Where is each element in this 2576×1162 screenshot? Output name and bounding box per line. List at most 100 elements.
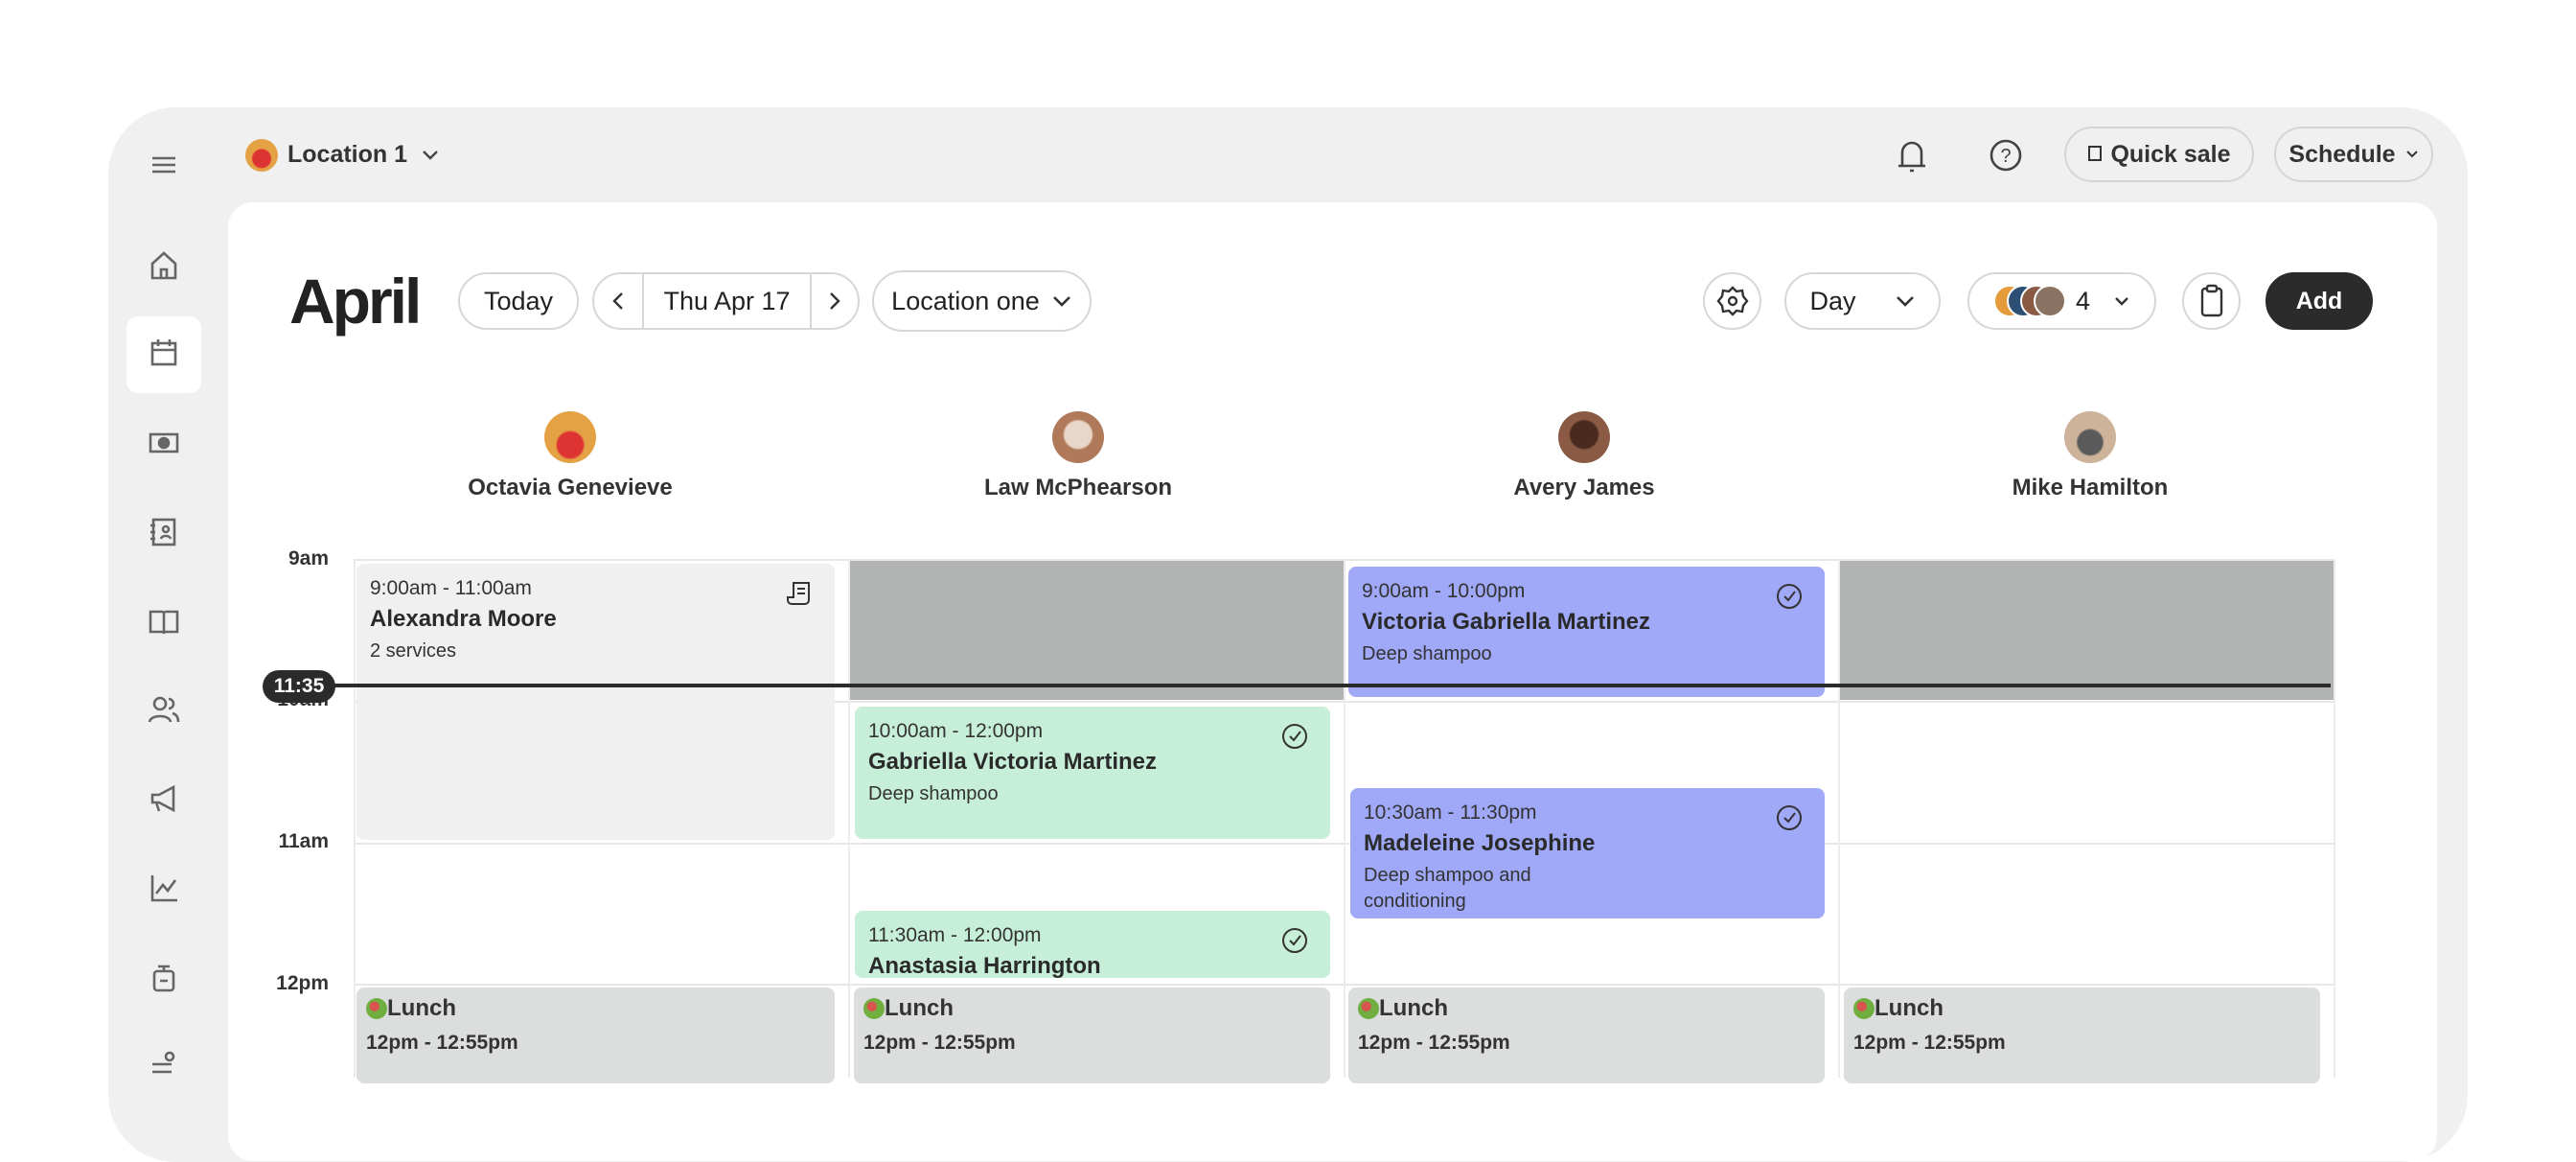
client-name: Alexandra Moore	[370, 606, 821, 633]
gear-icon	[1716, 285, 1749, 317]
staff-avatar-stack	[1993, 285, 2066, 317]
waitlist-button[interactable]	[2182, 272, 2241, 330]
view-select-label: Day	[1809, 287, 1855, 316]
salad-icon	[1358, 998, 1379, 1019]
clipboard-icon	[2199, 284, 2224, 318]
staff-avatar	[544, 411, 596, 463]
lunch-label: Lunch	[387, 995, 456, 1022]
location-select[interactable]: Location one	[872, 270, 1092, 332]
receipt-icon	[785, 579, 814, 608]
chevron-left-icon	[611, 290, 625, 312]
lunch-time: 12pm - 12:55pm	[1853, 1032, 2311, 1055]
staff-name: Law McPhearson	[886, 475, 1270, 501]
lunch-break[interactable]: Lunch12pm - 12:55pm	[1348, 988, 1825, 1083]
appointment-time: 9:00am - 11:00am	[370, 577, 821, 600]
chevron-down-icon	[1895, 294, 1916, 308]
salad-icon	[1853, 998, 1874, 1019]
lunch-break[interactable]: Lunch 12pm - 12:55pm	[854, 988, 1330, 1083]
chevron-right-icon	[828, 290, 841, 312]
svg-text:?: ?	[2000, 146, 2011, 167]
money-icon[interactable]	[145, 424, 183, 462]
staff-avatar	[2064, 411, 2116, 463]
megaphone-icon[interactable]	[145, 779, 183, 818]
staff-filter[interactable]: 4	[1967, 272, 2156, 330]
product-icon[interactable]	[145, 958, 183, 996]
chevron-down-icon	[1051, 294, 1072, 308]
staff-avatar	[1558, 411, 1610, 463]
quick-sale-button[interactable]: Quick sale	[2064, 127, 2254, 182]
lunch-label: Lunch	[885, 995, 954, 1022]
chevron-down-icon	[2405, 150, 2419, 159]
current-date[interactable]: Thu Apr 17	[644, 287, 810, 316]
schedule-button[interactable]: Schedule	[2274, 127, 2433, 182]
appointment-time: 9:00am - 10:00pm	[1362, 580, 1811, 603]
appointment-detail: Deep shampoo	[1362, 641, 1811, 667]
lunch-time: 12pm - 12:55pm	[863, 1032, 1321, 1055]
appointment[interactable]: 9:00am - 10:00pm Victoria Gabriella Mart…	[1348, 567, 1825, 697]
prev-day-button[interactable]	[594, 274, 644, 328]
appointment-time: 10:30am - 11:30pm	[1364, 802, 1811, 825]
appointment-detail: Deep shampoo and conditioning	[1364, 863, 1575, 915]
today-button[interactable]: Today	[458, 272, 579, 330]
lunch-time: 12pm - 12:55pm	[366, 1032, 825, 1055]
blocked-time	[850, 561, 1344, 700]
appointment[interactable]: 10:00am - 12:00pm Gabriella Victoria Mar…	[855, 707, 1330, 839]
location-switcher[interactable]: Location 1	[288, 141, 440, 169]
staff-avatar	[1052, 411, 1104, 463]
location-label: Location 1	[288, 141, 407, 169]
chevron-down-icon	[421, 149, 440, 162]
time-label: 11am	[271, 830, 329, 853]
staff-name: Octavia Genevieve	[379, 475, 762, 501]
home-icon[interactable]	[145, 246, 183, 285]
appointment-time: 11:30am - 12:00pm	[868, 924, 1317, 947]
team-icon[interactable]	[145, 1045, 183, 1083]
staff-name: Avery James	[1392, 475, 1776, 501]
check-circle-icon	[1775, 582, 1804, 611]
menu-icon[interactable]	[145, 146, 183, 184]
client-name: Victoria Gabriella Martinez	[1362, 609, 1811, 636]
check-circle-icon	[1280, 722, 1309, 751]
client-name: Anastasia Harrington	[868, 953, 1317, 978]
month-title: April	[289, 265, 419, 337]
column-divider	[2334, 560, 2335, 1078]
current-time-line	[326, 684, 2331, 687]
staff-name: Mike Hamilton	[1898, 475, 2282, 501]
quick-sale-label: Quick sale	[2110, 141, 2230, 169]
receipt-icon	[2087, 145, 2103, 164]
contacts-icon[interactable]	[145, 513, 183, 551]
salad-icon	[863, 998, 885, 1019]
clients-icon[interactable]	[145, 690, 183, 729]
appointment[interactable]: 9:00am - 11:00am Alexandra Moore 2 servi…	[356, 564, 835, 840]
chevron-down-icon	[2113, 295, 2130, 307]
help-icon[interactable]: ?	[1989, 138, 2023, 177]
lunch-label: Lunch	[1874, 995, 1944, 1022]
bell-icon[interactable]	[1893, 135, 1931, 182]
check-circle-icon	[1280, 926, 1309, 955]
current-time-badge: 11:35	[263, 670, 335, 703]
time-label: 12pm	[271, 972, 329, 995]
location-avatar	[245, 139, 278, 172]
column-divider	[354, 560, 356, 1078]
next-day-button[interactable]	[810, 274, 858, 328]
appointment-detail: Deep shampoo	[868, 781, 1317, 807]
lunch-break[interactable]: Lunch 12pm - 12:55pm	[1844, 988, 2320, 1083]
time-label: 9am	[271, 547, 329, 570]
blocked-time	[1840, 561, 2334, 700]
settings-button[interactable]	[1703, 272, 1761, 330]
salad-icon	[366, 998, 387, 1019]
appointment-detail: 2 services	[370, 639, 821, 664]
location-select-label: Location one	[891, 287, 1040, 316]
staff-count: 4	[2076, 287, 2090, 316]
check-circle-icon	[1775, 803, 1804, 832]
book-icon[interactable]	[145, 603, 183, 641]
client-name: Madeleine Josephine	[1364, 830, 1811, 857]
appointment[interactable]: 10:30am - 11:30pm Madeleine Josephine De…	[1350, 788, 1825, 918]
column-divider	[1344, 560, 1346, 1078]
lunch-break[interactable]: Lunch 12pm - 12:55pm	[356, 988, 835, 1083]
calendar-icon[interactable]	[145, 334, 183, 372]
reports-icon[interactable]	[145, 869, 183, 907]
appointment[interactable]: 11:30am - 12:00pm Anastasia Harrington	[855, 911, 1330, 978]
view-select[interactable]: Day	[1784, 272, 1941, 330]
add-button[interactable]: Add	[2266, 272, 2373, 330]
client-name: Gabriella Victoria Martinez	[868, 749, 1317, 776]
